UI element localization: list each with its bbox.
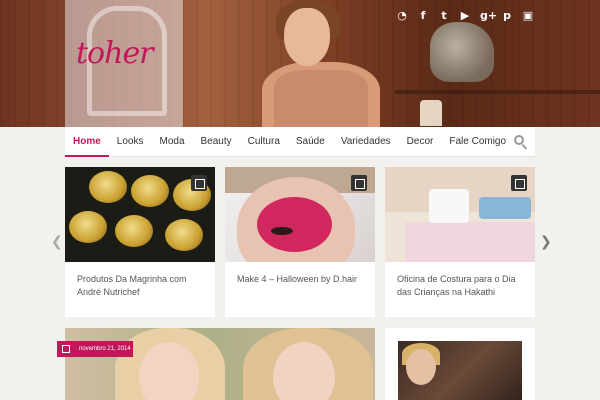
date-badge: novembro 21, 2014 bbox=[57, 341, 133, 357]
nav-item-variedades[interactable]: Variedades bbox=[333, 127, 399, 157]
food-bowl bbox=[165, 219, 203, 251]
search-icon[interactable] bbox=[514, 134, 528, 150]
nav-item-moda[interactable]: Moda bbox=[151, 127, 192, 157]
person-face bbox=[406, 349, 436, 385]
nav-item-fale-comigo[interactable]: Fale Comigo bbox=[441, 127, 514, 157]
nav-item-home[interactable]: Home bbox=[65, 127, 109, 157]
statue-decoration bbox=[430, 22, 494, 82]
fabric bbox=[479, 197, 531, 219]
calendar-icon bbox=[351, 175, 367, 191]
model-face bbox=[284, 8, 330, 66]
person-face bbox=[273, 342, 335, 400]
person-left bbox=[115, 328, 225, 400]
food-bowl bbox=[89, 171, 127, 203]
youtube-icon[interactable]: ▶ bbox=[459, 10, 471, 22]
calendar-icon bbox=[191, 175, 207, 191]
post-thumbnail-makeup[interactable] bbox=[225, 167, 375, 262]
table bbox=[405, 222, 535, 262]
main-nav: Home Looks Moda Beauty Cultura Saúde Var… bbox=[65, 127, 535, 157]
search-icon-handle bbox=[521, 143, 528, 150]
twitter-icon[interactable]: t bbox=[438, 10, 450, 22]
halloween-makeup bbox=[257, 197, 332, 252]
pinterest-icon[interactable]: p bbox=[501, 10, 513, 22]
calendar-icon bbox=[511, 175, 527, 191]
nav-item-decor[interactable]: Decor bbox=[399, 127, 442, 157]
shelf bbox=[395, 90, 600, 94]
lamp bbox=[420, 100, 442, 126]
post-card[interactable]: Produtos Da Magrinha com André Nutrichef bbox=[65, 167, 215, 317]
instagram-icon[interactable]: ▣ bbox=[522, 10, 534, 22]
post-title[interactable]: Make 4 – Halloween by D.hair bbox=[225, 262, 375, 286]
sidebar-post[interactable] bbox=[385, 328, 535, 400]
calendar-icon bbox=[62, 345, 70, 353]
post-date: novembro 21, 2014 bbox=[79, 346, 131, 352]
header-model-photo bbox=[262, 0, 382, 127]
nav-item-looks[interactable]: Looks bbox=[109, 127, 152, 157]
nav-item-saude[interactable]: Saúde bbox=[288, 127, 333, 157]
food-bowl bbox=[69, 211, 107, 243]
nav-item-beauty[interactable]: Beauty bbox=[193, 127, 240, 157]
carousel-prev-button[interactable]: ❮ bbox=[51, 234, 63, 250]
post-title[interactable]: Oficina de Costura para o Dia das Crianç… bbox=[385, 262, 535, 299]
model-dress bbox=[274, 70, 368, 127]
post-title[interactable]: Produtos Da Magrinha com André Nutrichef bbox=[65, 262, 215, 299]
model-eye bbox=[271, 227, 293, 235]
food-bowl bbox=[131, 175, 169, 207]
post-card[interactable]: Oficina de Costura para o Dia das Crianç… bbox=[385, 167, 535, 317]
person-right bbox=[243, 328, 373, 400]
carousel-next-button[interactable]: ❯ bbox=[540, 234, 552, 250]
facebook-icon[interactable]: f bbox=[417, 10, 429, 22]
header-banner: toher ◔ f t ▶ g+ p ▣ bbox=[0, 0, 600, 127]
sewing-machine bbox=[429, 189, 469, 223]
person-face bbox=[139, 342, 199, 400]
post-thumbnail-sewing[interactable] bbox=[385, 167, 535, 262]
post-thumbnail-food[interactable] bbox=[65, 167, 215, 262]
sidebar-post-image[interactable] bbox=[398, 341, 522, 400]
social-links: ◔ f t ▶ g+ p ▣ bbox=[396, 10, 534, 22]
featured-post-image[interactable] bbox=[65, 328, 375, 400]
rss-icon[interactable]: ◔ bbox=[396, 10, 408, 22]
nav-item-cultura[interactable]: Cultura bbox=[240, 127, 288, 157]
site-logo[interactable]: toher bbox=[76, 36, 154, 71]
google-plus-icon[interactable]: g+ bbox=[480, 10, 497, 22]
food-bowl bbox=[115, 215, 153, 247]
post-card[interactable]: Make 4 – Halloween by D.hair bbox=[225, 167, 375, 317]
